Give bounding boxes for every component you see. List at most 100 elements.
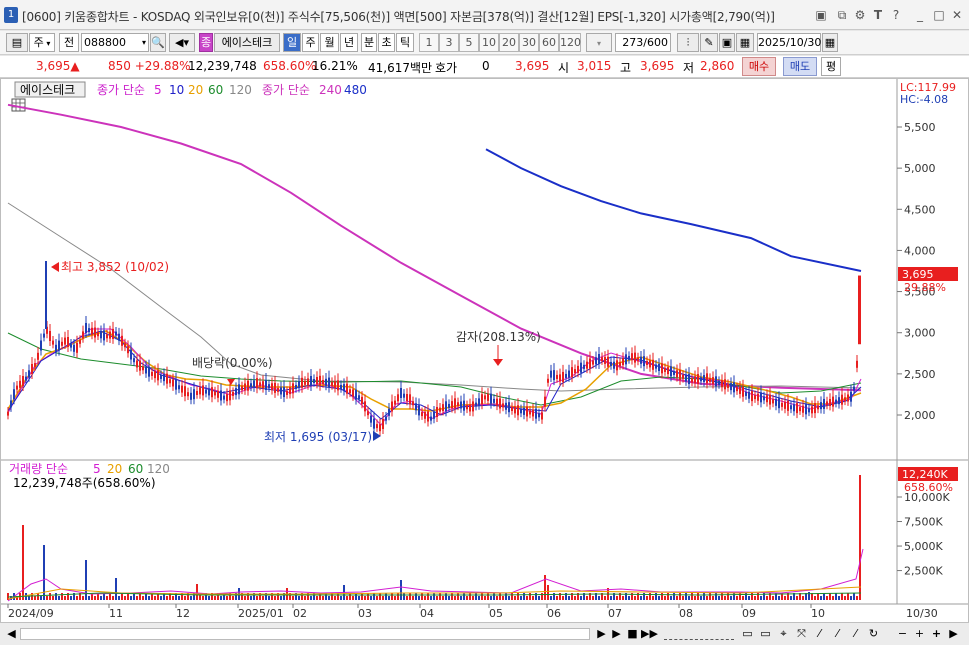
candle-body	[331, 381, 333, 386]
period-minute[interactable]: 분	[361, 33, 377, 52]
move-icon[interactable]: ⤧	[794, 626, 809, 642]
average-button[interactable]: 평	[821, 57, 841, 76]
more-icon[interactable]: ▶	[946, 626, 961, 642]
font-icon[interactable]: T	[870, 7, 886, 23]
tools-icon[interactable]: ✎	[700, 33, 718, 52]
legend-stock-name: 에이스테크	[20, 83, 75, 97]
candle-body	[61, 341, 63, 346]
save-icon[interactable]: ▣	[719, 33, 735, 52]
candle-body	[490, 393, 492, 404]
quote-bar: 3,695▲ 850 +29.88% 12,239,748 658.60% 16…	[0, 56, 969, 78]
date-input[interactable]: 2025/10/30	[757, 33, 821, 52]
period-month[interactable]: 월	[320, 33, 339, 52]
volume-bar	[178, 596, 180, 600]
sell-button[interactable]: 매도	[783, 57, 817, 76]
candle-body	[361, 396, 363, 404]
candle-body	[292, 383, 294, 394]
volume-bar	[778, 596, 780, 600]
candle-body	[220, 390, 222, 401]
interval-dropdown[interactable]: ▾	[586, 33, 612, 52]
volume-bar	[574, 596, 576, 600]
period-day[interactable]: 일	[283, 33, 301, 52]
candle-body	[139, 360, 141, 371]
chart-svg[interactable]: 에이스테크 종가 단순 5 10 20 60 120 종가 단순 240 480…	[1, 79, 968, 622]
volume-bar	[721, 593, 723, 600]
copy-icon[interactable]: ⧉	[834, 7, 850, 23]
period-week[interactable]: 주	[302, 33, 319, 52]
search-icon[interactable]: 🔍	[150, 33, 166, 52]
interval-120[interactable]: 120	[559, 33, 581, 52]
volume-bar	[154, 596, 156, 600]
candle-body	[175, 379, 177, 390]
stock-code-input[interactable]: 088800 ▾	[81, 33, 149, 52]
candle-body	[187, 392, 189, 397]
interval-1[interactable]: 1	[419, 33, 439, 52]
date-picker-icon[interactable]: ▦	[822, 33, 838, 52]
candle-body	[190, 392, 192, 400]
candle-body	[397, 394, 399, 402]
candle-body	[442, 404, 444, 412]
legend-ma240: 240	[319, 83, 342, 97]
play-icon[interactable]: ▶	[609, 626, 624, 642]
volume-bar	[52, 596, 54, 600]
minimize-icon[interactable]: _	[912, 7, 928, 23]
x-axis-end-label: 10/30	[906, 607, 938, 620]
candle-body	[295, 384, 297, 389]
calendar-icon[interactable]: ▦	[736, 33, 754, 52]
volume-bar	[244, 596, 246, 600]
period-second[interactable]: 초	[378, 33, 395, 52]
period-year[interactable]: 년	[340, 33, 358, 52]
zoom-range-icon[interactable]: ▭	[758, 626, 773, 642]
chart-scrollbar[interactable]: ◀ ▶ ▶ ■ ▶▶ ▭ ▭ ⌖ ⤧ ⁄ ⁄ ⁄ ↻ − + + ▶	[0, 622, 969, 645]
candle-body	[388, 408, 390, 416]
count-input[interactable]: 273/600	[615, 33, 671, 52]
scroll-track[interactable]	[20, 628, 590, 640]
prev-button[interactable]: 전	[59, 33, 79, 52]
interval-30[interactable]: 30	[519, 33, 539, 52]
candle-body	[727, 383, 729, 388]
fibo-icon[interactable]: ⁄	[848, 626, 863, 642]
candle-body	[580, 362, 582, 373]
fast-forward-icon[interactable]: ▶▶	[641, 626, 658, 642]
layout-icon[interactable]: ▤	[6, 33, 28, 52]
candle-body	[835, 399, 837, 404]
zoom-out-icon[interactable]: −	[895, 626, 910, 642]
draw-icon[interactable]: ⁄	[812, 626, 827, 642]
interval-5[interactable]: 5	[459, 33, 479, 52]
zoom-fit-icon[interactable]: ▭	[740, 626, 755, 642]
speed-slider[interactable]	[664, 628, 734, 640]
candle-type-icon[interactable]: ⫶	[677, 33, 699, 52]
volume-tick-label: 7,500K	[904, 516, 943, 529]
chart-area[interactable]: 에이스테크 종가 단순 5 10 20 60 120 종가 단순 240 480…	[0, 78, 969, 623]
sound-icon[interactable]: ◀▾	[169, 33, 195, 52]
settings-icon[interactable]: ⚙	[852, 7, 868, 23]
refresh-icon[interactable]: ↻	[866, 626, 881, 642]
interval-3[interactable]: 3	[439, 33, 459, 52]
volume-bar	[514, 596, 516, 600]
window-restore-icon[interactable]: ▣	[813, 7, 829, 23]
mode-select[interactable]: 주 ▾	[29, 33, 55, 52]
zoom-in-icon[interactable]: +	[912, 626, 927, 642]
candle-body	[367, 411, 369, 416]
interval-10[interactable]: 10	[479, 33, 499, 52]
zoom-in-plus-icon[interactable]: +	[929, 626, 944, 642]
volume-bar	[538, 596, 540, 600]
candle-body	[430, 416, 432, 421]
help-icon[interactable]: ?	[888, 7, 904, 23]
scroll-right-icon[interactable]: ▶	[594, 626, 609, 642]
interval-20[interactable]: 20	[499, 33, 519, 52]
buy-button[interactable]: 매수	[742, 57, 776, 76]
candle-body	[781, 402, 783, 407]
line-tool-icon[interactable]: ⁄	[830, 626, 845, 642]
scroll-left-icon[interactable]: ◀	[4, 626, 19, 642]
close-icon[interactable]: ✕	[949, 7, 965, 23]
candle-body	[166, 373, 168, 384]
maximize-icon[interactable]: □	[931, 7, 947, 23]
volume-bar	[214, 596, 216, 600]
last-candle	[858, 275, 861, 345]
stop-icon[interactable]: ■	[625, 626, 640, 642]
interval-60[interactable]: 60	[539, 33, 559, 52]
period-tick[interactable]: 틱	[396, 33, 414, 52]
crosshair-icon[interactable]: ⌖	[776, 626, 791, 642]
candle-body	[526, 406, 528, 417]
